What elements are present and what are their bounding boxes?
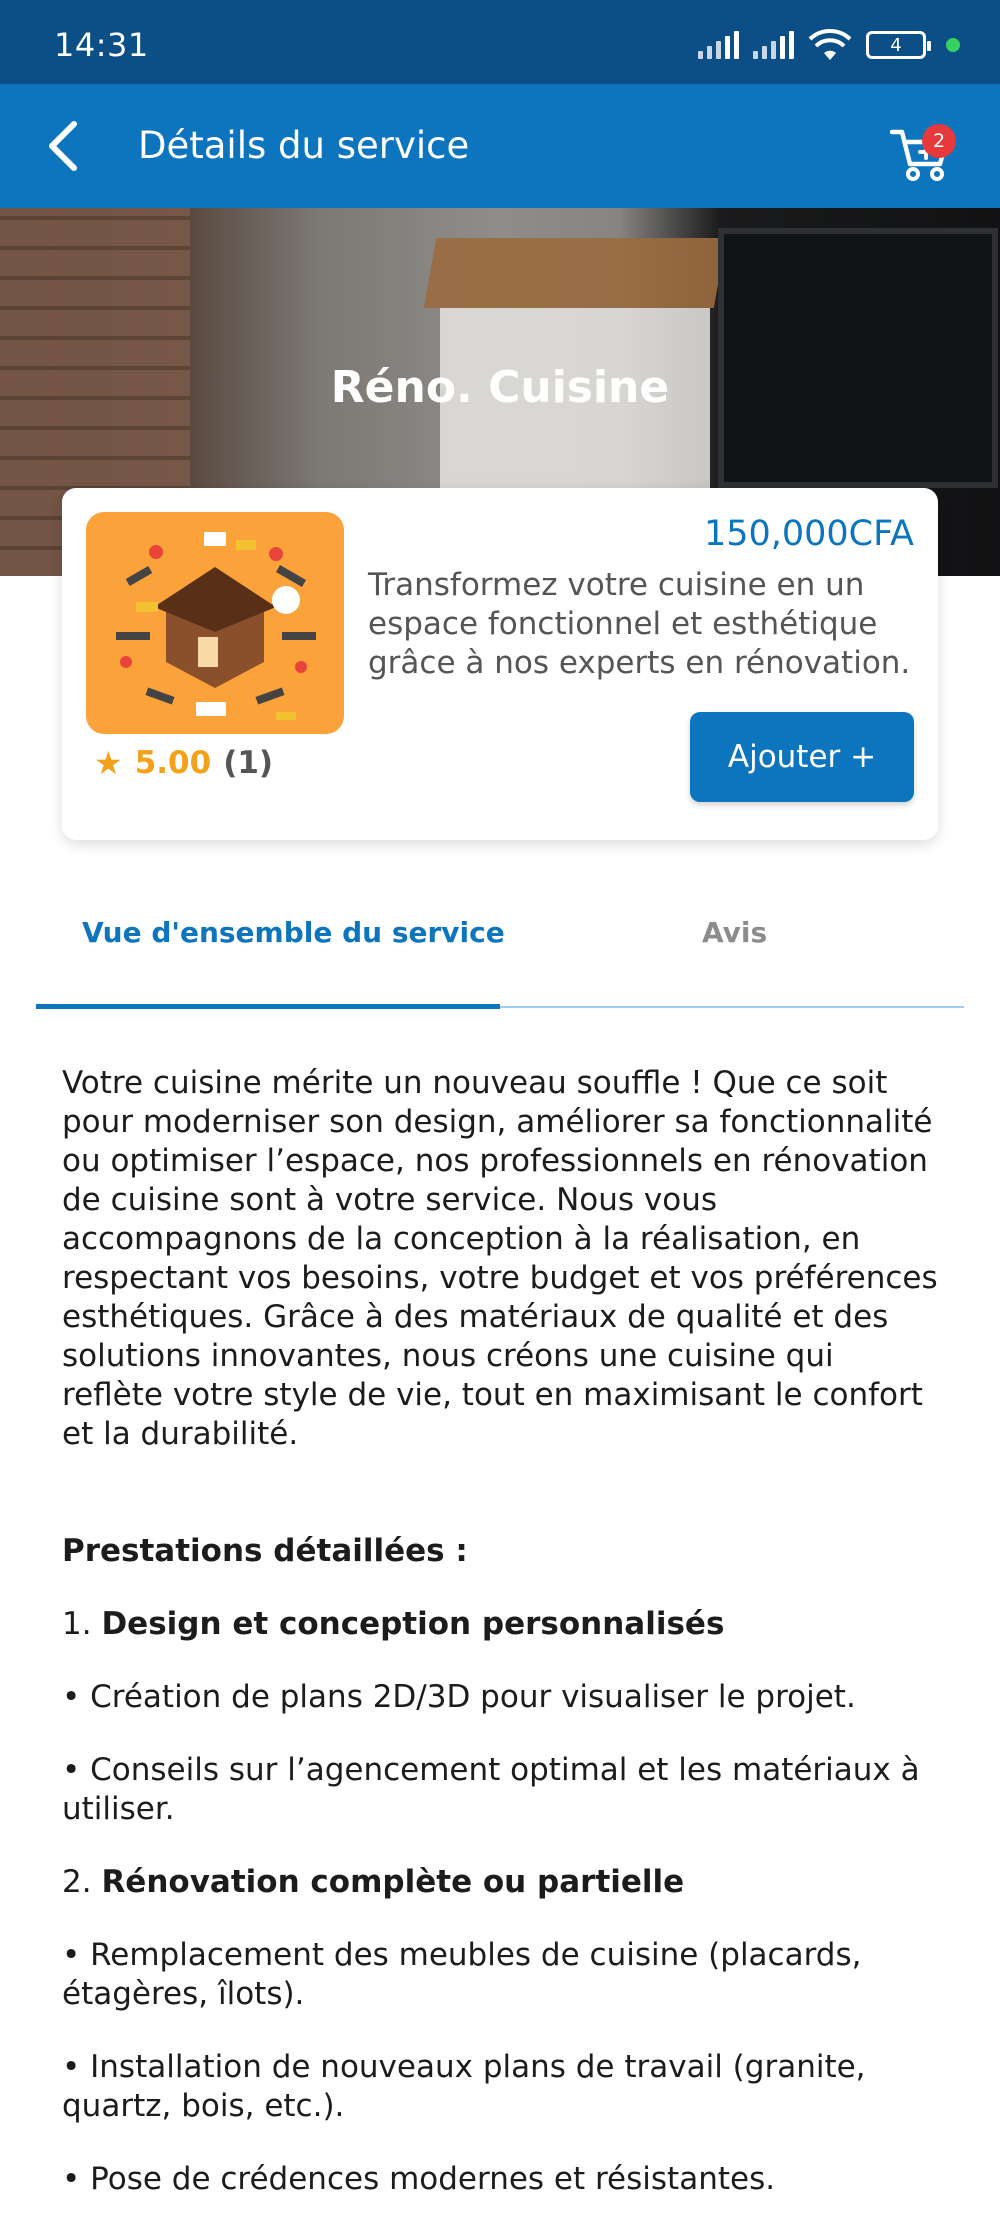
star-icon: ★ [94,744,123,782]
hero-oven [718,228,998,488]
item-title-1: Design et conception personnalisés [101,1606,725,1642]
service-short-description: Transformez votre cuisine en un espace f… [368,567,911,681]
service-overview-content: Votre cuisine mérite un nouveau souffle … [62,1064,942,2224]
house-tools-illustration [116,532,316,720]
tab-bar: Vue d'ensemble du service Avis [36,880,964,1009]
bullet-2: • Conseils sur l’agencement optimal et l… [62,1752,920,1827]
item-heading-1: 1. Design et conception personnalisés [62,1605,942,1644]
service-rating: ★ 5.00 (1) [94,744,273,782]
section-title: Prestations détaillées : [62,1533,468,1569]
item-title-2: Rénovation complète ou partielle [101,1864,685,1900]
signal-icon [698,31,739,59]
bullet-1: • Création de plans 2D/3D pour visualise… [62,1679,856,1715]
signal-icon-2 [753,31,794,59]
rating-count: (1) [223,745,274,781]
service-thumbnail [86,512,344,734]
status-time: 14:31 [54,26,149,64]
service-card: 150,000CFA Transformez votre cuisine en … [62,488,938,840]
status-bar: 14:31 4 [0,0,1000,84]
hero-title: Réno. Cuisine [330,362,670,413]
tab-indicator [36,1004,500,1009]
page-title: Détails du service [138,124,470,167]
add-to-cart-button[interactable]: Ajouter + [690,712,914,802]
item-heading-2: 2. Rénovation complète ou partielle [62,1863,942,1902]
tab-overview[interactable]: Vue d'ensemble du service [82,916,505,949]
intro-paragraph: Votre cuisine mérite un nouveau souffle … [62,1065,938,1452]
bullet-3: • Remplacement des meubles de cuisine (p… [62,1937,862,2012]
service-price: 150,000CFA [703,514,914,554]
tab-reviews[interactable]: Avis [702,916,767,949]
cart-button[interactable]: 2 [890,112,966,188]
bullet-5: • Pose de crédences modernes et résistan… [62,2161,776,2197]
hero-countertop [423,238,727,308]
battery-icon: 4 [866,31,931,59]
back-arrow-icon [49,121,77,171]
bullet-4: • Installation de nouveaux plans de trav… [62,2049,866,2124]
status-dot [946,38,960,52]
app-bar: Détails du service 2 [0,84,1000,208]
item-number-1: 1. [62,1606,102,1642]
item-number-2: 2. [62,1864,102,1900]
cart-badge: 2 [922,124,956,158]
back-button[interactable] [30,114,94,178]
status-icons: 4 [698,28,960,62]
rating-score: 5.00 [134,745,212,781]
wifi-icon [808,29,852,60]
